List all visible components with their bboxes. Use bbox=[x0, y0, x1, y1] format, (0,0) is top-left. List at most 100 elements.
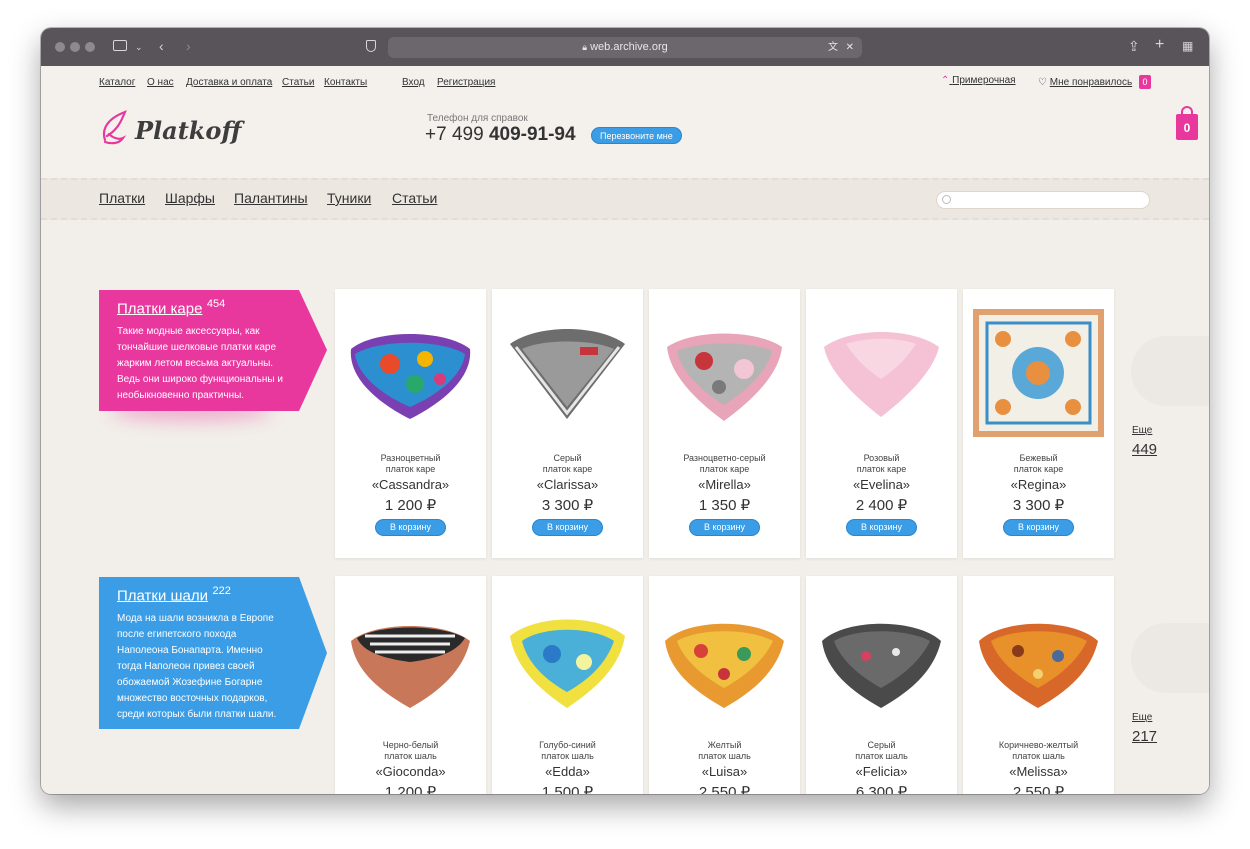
product-type: Серый платок каре bbox=[542, 453, 593, 474]
product-card[interactable]: Бежевый платок каре «Regina» 3 300 ₽ В к… bbox=[963, 289, 1114, 558]
product-image bbox=[510, 619, 625, 708]
next-arrow[interactable] bbox=[1131, 623, 1209, 693]
product-name[interactable]: «Regina» bbox=[963, 477, 1114, 492]
tab-overview-icon[interactable]: ▦ bbox=[1182, 39, 1193, 53]
product-type: Черно-белый платок шаль bbox=[382, 740, 439, 761]
nav-item-platki[interactable]: Платки bbox=[99, 190, 145, 206]
product-image bbox=[973, 309, 1104, 437]
add-to-cart-button[interactable]: В корзину bbox=[846, 519, 917, 536]
product-type: Розовый платок каре bbox=[856, 453, 907, 474]
address-bar[interactable]: 🔒︎ web.archive.org 文 ✕ bbox=[388, 37, 862, 58]
top-link-about[interactable]: О нас bbox=[147, 77, 174, 88]
translate-icon[interactable]: 文 bbox=[828, 37, 838, 58]
more-count-link[interactable]: 449 bbox=[1132, 441, 1157, 458]
section-count: 454 bbox=[206, 298, 226, 310]
chevron-down-icon[interactable]: ⌄ bbox=[135, 40, 143, 54]
heart-icon: ♡ bbox=[1038, 77, 1047, 88]
promo-panel: Платки шали 222 Мода на шали возникла в … bbox=[99, 577, 327, 729]
product-card[interactable]: Серый платок шаль «Felicia» 6 300 ₽ bbox=[806, 576, 957, 794]
more-link[interactable]: Еще bbox=[1132, 712, 1152, 723]
section-count: 222 bbox=[212, 585, 231, 597]
add-to-cart-button[interactable]: В корзину bbox=[375, 519, 446, 536]
butterfly-icon bbox=[102, 110, 127, 145]
phone-number: +7 499 409-91-94 bbox=[425, 124, 576, 146]
nav-item-stati[interactable]: Статьи bbox=[392, 190, 437, 206]
shield-icon[interactable] bbox=[366, 40, 376, 52]
register-link[interactable]: Регистрация bbox=[437, 77, 495, 88]
product-card[interactable]: Розовый платок каре «Evelina» 2 400 ₽ В … bbox=[806, 289, 957, 558]
back-icon[interactable]: ‹ bbox=[159, 39, 164, 53]
product-card[interactable]: Разноцветный платок каре «Cassandra» 1 2… bbox=[335, 289, 486, 558]
cart-button[interactable]: 0 bbox=[1176, 114, 1198, 140]
more-link[interactable]: Еще bbox=[1132, 425, 1152, 436]
logo-text: Platkoff bbox=[135, 116, 242, 145]
site-logo[interactable]: Platkoff bbox=[99, 110, 241, 151]
next-arrow[interactable] bbox=[1131, 336, 1209, 406]
nav-item-palantiny[interactable]: Палантины bbox=[234, 190, 308, 206]
product-card[interactable]: Разноцветно-серый платок каре «Mirella» … bbox=[649, 289, 800, 558]
product-name[interactable]: «Cassandra» bbox=[335, 477, 486, 492]
product-name[interactable]: «Felicia» bbox=[806, 764, 957, 779]
callback-button[interactable]: Перезвоните мне bbox=[591, 127, 682, 144]
product-price: 6 300 ₽ bbox=[855, 784, 908, 794]
web-page: Каталог О нас Доставка и оплата Статьи К… bbox=[41, 66, 1209, 794]
more-count-link[interactable]: 217 bbox=[1132, 728, 1157, 745]
product-name[interactable]: «Edda» bbox=[492, 764, 643, 779]
product-name[interactable]: «Melissa» bbox=[963, 764, 1114, 779]
product-price: 1 200 ₽ bbox=[384, 784, 437, 794]
liked-label: Мне понравилось bbox=[1049, 77, 1133, 88]
product-name[interactable]: «Evelina» bbox=[806, 477, 957, 492]
new-tab-icon[interactable]: + bbox=[1155, 37, 1164, 53]
fitting-room-label: Примерочная bbox=[952, 75, 1016, 86]
product-image bbox=[979, 623, 1098, 708]
product-card[interactable]: Черно-белый платок шаль «Gioconda» 1 200… bbox=[335, 576, 486, 794]
product-card[interactable]: Голубо-синий платок шаль «Edda» 1 500 ₽ bbox=[492, 576, 643, 794]
promo-arrow bbox=[299, 577, 327, 729]
section-title[interactable]: Платки каре bbox=[117, 300, 202, 317]
product-name[interactable]: «Gioconda» bbox=[335, 764, 486, 779]
fitting-room-link[interactable]: ⌃ Примерочная bbox=[941, 75, 1016, 86]
product-image bbox=[350, 334, 471, 419]
phone-label: Телефон для справок bbox=[427, 113, 528, 124]
top-link-delivery[interactable]: Доставка и оплата bbox=[186, 77, 272, 88]
product-type: Бежевый платок каре bbox=[1013, 453, 1064, 474]
add-to-cart-button[interactable]: В корзину bbox=[532, 519, 603, 536]
add-to-cart-button[interactable]: В корзину bbox=[1003, 519, 1074, 536]
product-price: 1 200 ₽ bbox=[384, 497, 437, 514]
share-icon[interactable]: ⇪ bbox=[1128, 39, 1140, 53]
add-to-cart-button[interactable]: В корзину bbox=[689, 519, 760, 536]
section-description: Мода на шали возникла в Европе после еги… bbox=[117, 613, 277, 721]
browser-toolbar: ⌄ ‹ › 🔒︎ web.archive.org 文 ✕ ⇪ + ▦ bbox=[41, 28, 1209, 66]
search-input[interactable] bbox=[936, 191, 1150, 209]
sidebar-icon[interactable] bbox=[113, 40, 127, 51]
product-card[interactable]: Серый платок каре «Clarissa» 3 300 ₽ В к… bbox=[492, 289, 643, 558]
product-type: Разноцветно-серый платок каре bbox=[683, 453, 766, 474]
product-price: 2 550 ₽ bbox=[698, 784, 751, 794]
close-window-button[interactable] bbox=[55, 42, 65, 52]
product-price: 1 350 ₽ bbox=[698, 497, 751, 514]
top-link-catalog[interactable]: Каталог bbox=[99, 77, 135, 88]
product-name[interactable]: «Luisa» bbox=[649, 764, 800, 779]
minimize-window-button[interactable] bbox=[70, 42, 80, 52]
nav-item-tuniki[interactable]: Туники bbox=[327, 190, 371, 206]
section-promo-shali: Платки шали 222 Мода на шали возникла в … bbox=[99, 577, 327, 729]
nav-item-sharfy[interactable]: Шарфы bbox=[165, 190, 215, 206]
product-price: 2 400 ₽ bbox=[855, 497, 908, 514]
close-icon[interactable]: ✕ bbox=[846, 37, 854, 58]
product-type: Разноцветный платок каре bbox=[380, 453, 441, 474]
product-type: Серый платок шаль bbox=[855, 740, 908, 761]
product-name[interactable]: «Clarissa» bbox=[492, 477, 643, 492]
liked-link[interactable]: ♡ Мне понравилось 0 bbox=[1038, 75, 1151, 89]
hanger-icon: ⌃ bbox=[941, 75, 950, 86]
product-type: Голубо-синий платок шаль bbox=[539, 740, 596, 761]
product-name[interactable]: «Mirella» bbox=[649, 477, 800, 492]
product-price: 3 300 ₽ bbox=[541, 497, 594, 514]
top-link-contacts[interactable]: Контакты bbox=[324, 77, 367, 88]
top-link-articles[interactable]: Статьи bbox=[282, 77, 314, 88]
login-link[interactable]: Вход bbox=[402, 77, 425, 88]
section-title[interactable]: Платки шали bbox=[117, 587, 208, 604]
zoom-window-button[interactable] bbox=[85, 42, 95, 52]
product-card[interactable]: Желтый платок шаль «Luisa» 2 550 ₽ bbox=[649, 576, 800, 794]
product-card[interactable]: Коричнево-желтый платок шаль «Melissa» 2… bbox=[963, 576, 1114, 794]
forward-icon[interactable]: › bbox=[186, 39, 191, 53]
